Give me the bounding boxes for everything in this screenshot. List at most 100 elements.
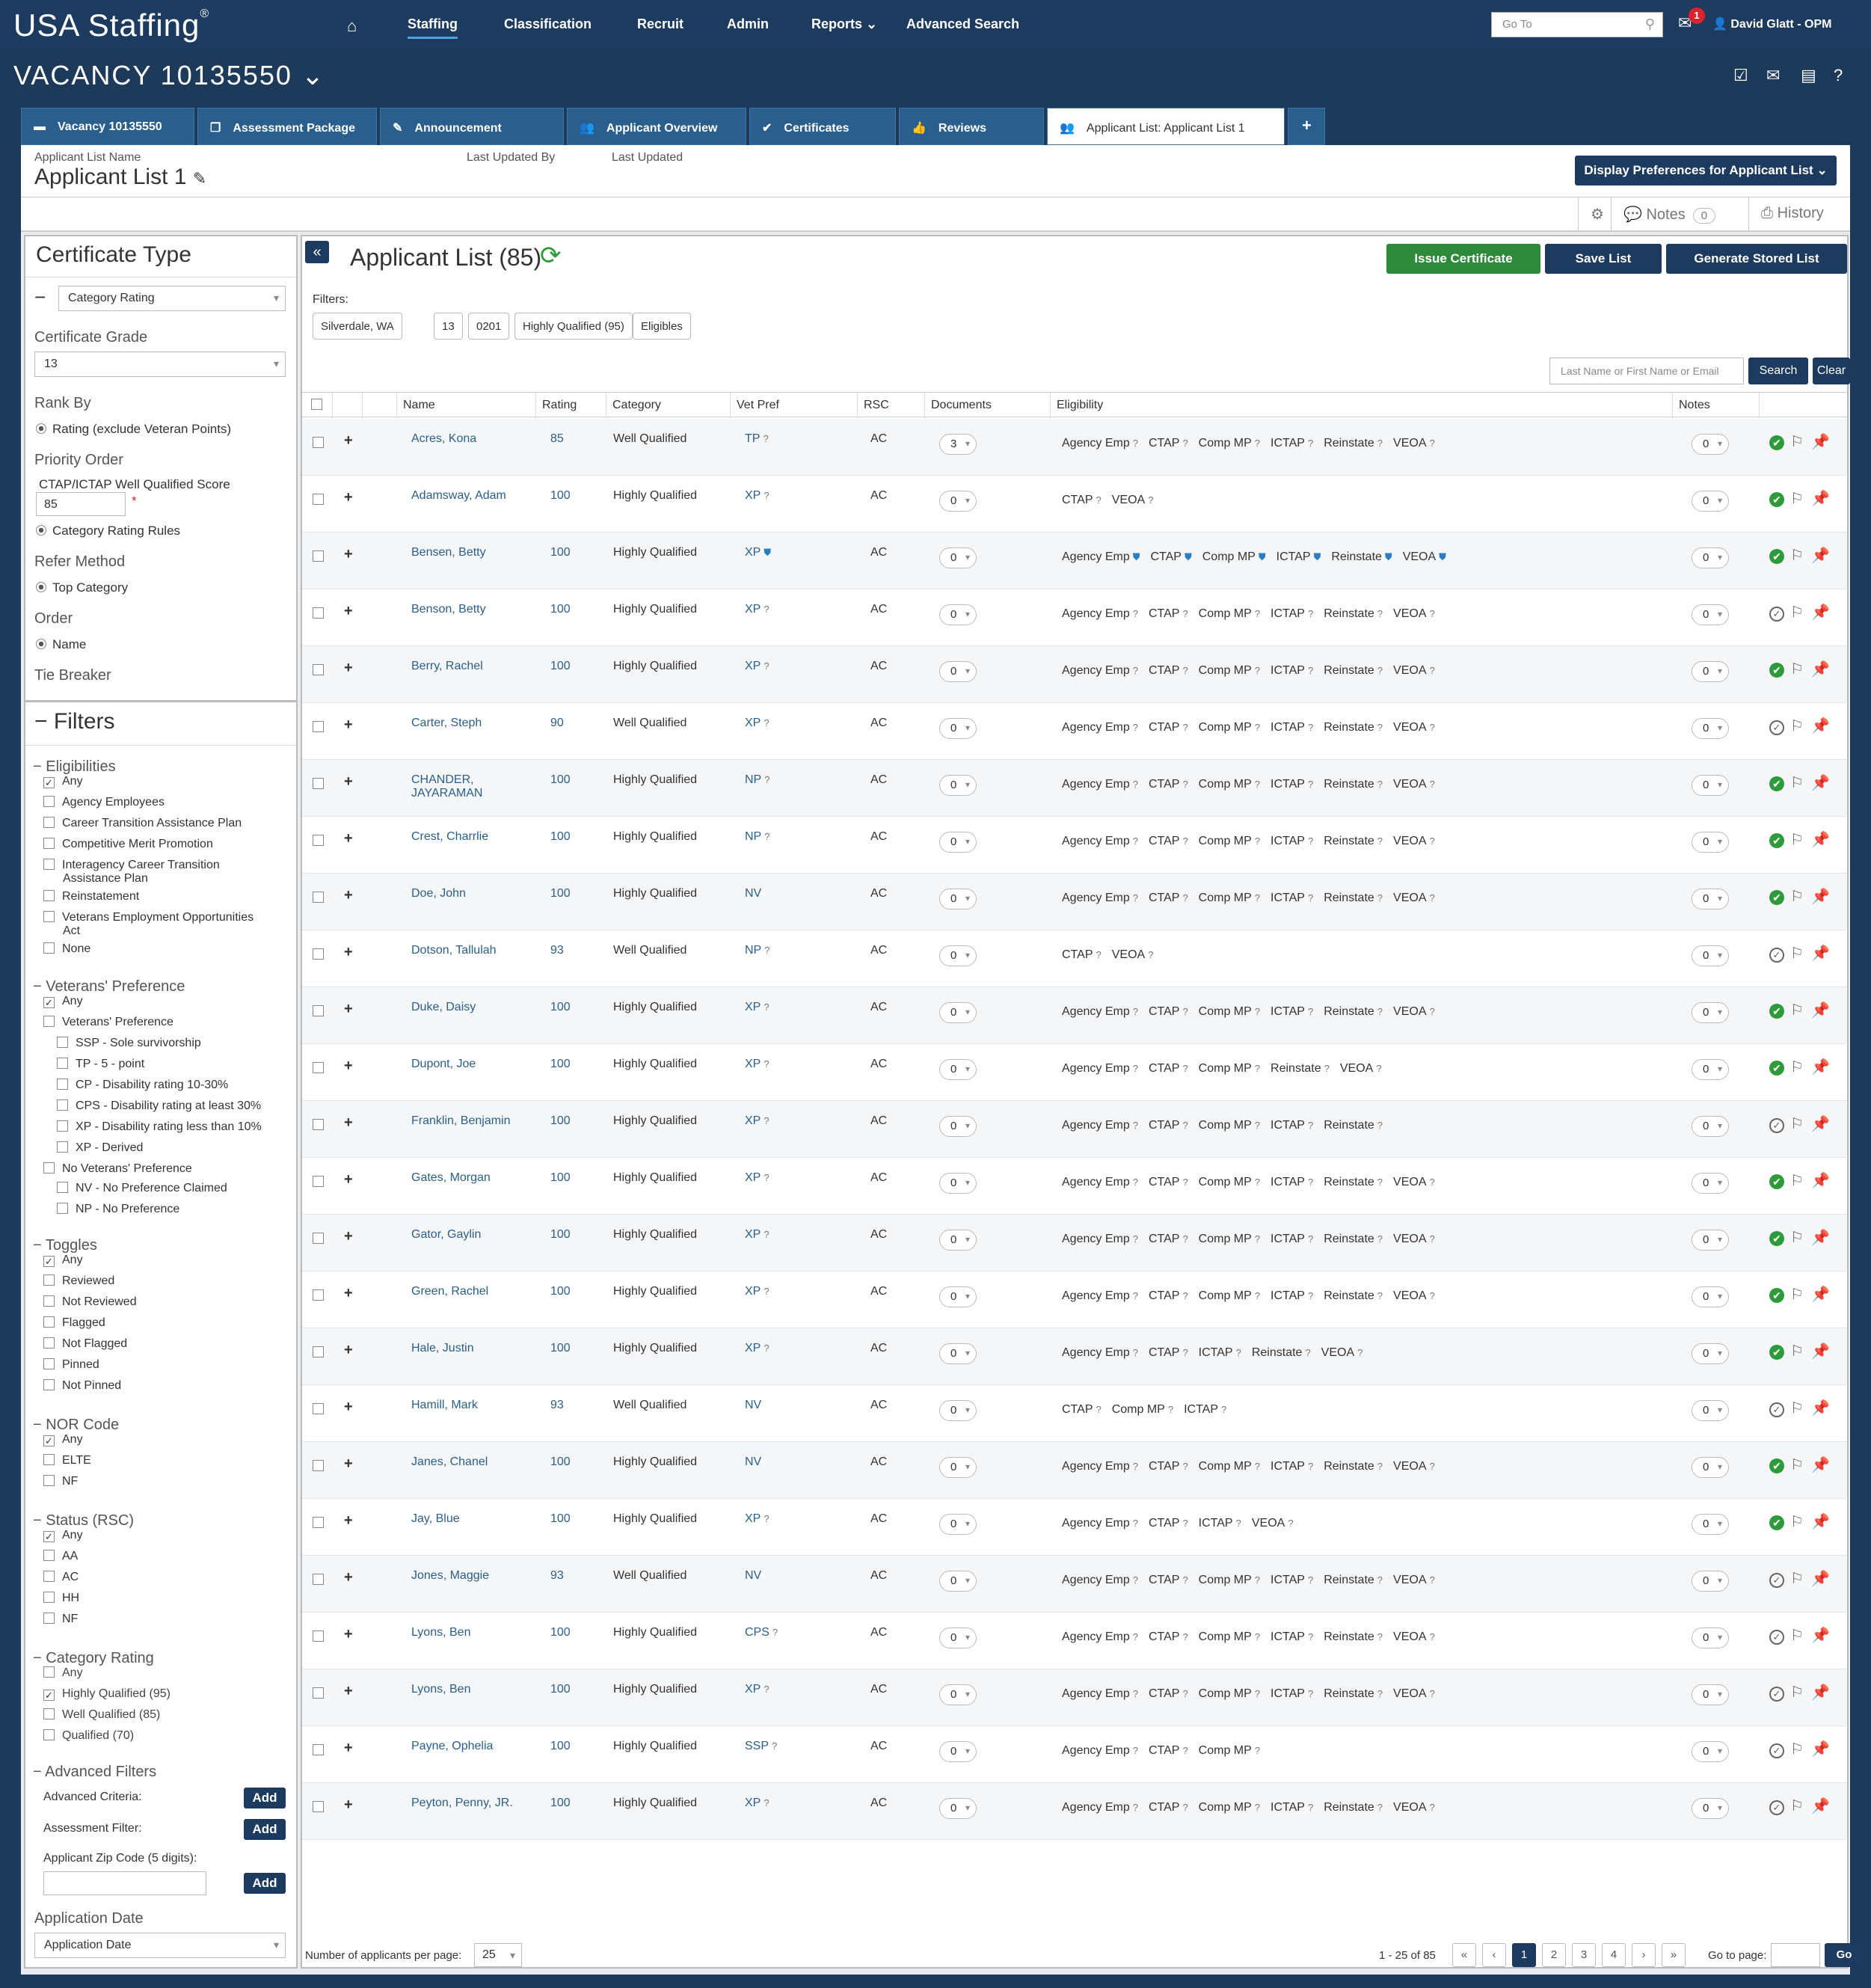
pin-icon[interactable]: 📌 <box>1811 434 1830 450</box>
applicant-name-link[interactable]: Green, Rachel <box>411 1285 531 1298</box>
help-icon[interactable]: ? <box>1168 1404 1173 1415</box>
flag-icon[interactable]: ⚐ <box>1790 1230 1804 1246</box>
reviewed-check-icon[interactable]: ✔ <box>1769 1515 1784 1530</box>
help-icon[interactable]: ? <box>1182 1802 1188 1813</box>
help-icon[interactable]: ? <box>1430 1006 1435 1017</box>
help-icon[interactable]: ? <box>1308 1631 1313 1642</box>
tab-assessment-package[interactable]: ❐ Assessment Package <box>197 108 377 145</box>
page-4-button[interactable]: 4 <box>1602 1943 1626 1967</box>
checkbox[interactable] <box>57 1058 68 1069</box>
vet-pref-value[interactable]: XP <box>745 717 761 729</box>
flag-icon[interactable]: ⚐ <box>1790 1286 1804 1303</box>
rating-link[interactable]: 100 <box>550 1512 571 1526</box>
help-icon[interactable]: ? <box>1377 1574 1383 1586</box>
pin-icon[interactable]: 📌 <box>1811 661 1830 678</box>
row-checkbox[interactable] <box>313 550 324 562</box>
notes-dropdown[interactable]: 0 <box>1692 547 1729 568</box>
rating-link[interactable]: 100 <box>550 1001 571 1014</box>
pin-icon[interactable]: 📌 <box>1811 1400 1830 1417</box>
not-reviewed-check-icon[interactable]: ✓ <box>1769 1402 1784 1417</box>
help-icon[interactable]: ? <box>1308 438 1313 449</box>
notes-dropdown[interactable]: 0 <box>1692 491 1729 512</box>
row-checkbox[interactable] <box>313 778 324 789</box>
checkbox[interactable] <box>43 1274 55 1286</box>
expand-row-icon[interactable]: + <box>344 887 353 904</box>
not-reviewed-check-icon[interactable]: ✓ <box>1769 1687 1784 1702</box>
filter-option-status[interactable]: AC <box>43 1571 79 1584</box>
shield-icon[interactable]: ⛊ <box>1185 551 1192 563</box>
expand-row-icon[interactable]: + <box>344 489 353 506</box>
flag-icon[interactable]: ⚐ <box>1790 1059 1804 1076</box>
row-checkbox[interactable] <box>313 1801 324 1812</box>
notes-dropdown[interactable]: 0 <box>1692 1457 1729 1478</box>
help-icon[interactable]: ? <box>1324 1063 1330 1074</box>
checkbox[interactable]: ✓ <box>43 997 55 1008</box>
checkbox[interactable] <box>43 1550 55 1561</box>
help-icon[interactable]: ? <box>1430 1631 1435 1642</box>
rating-link[interactable]: 100 <box>550 1342 571 1355</box>
checkbox[interactable] <box>57 1037 68 1048</box>
help-icon[interactable]: ? <box>1377 608 1383 619</box>
help-icon[interactable]: ? <box>1308 835 1313 847</box>
flag-icon[interactable]: ⚐ <box>1790 661 1804 678</box>
help-icon[interactable]: ? <box>1133 1120 1138 1131</box>
help-icon[interactable]: ? <box>1377 1688 1383 1699</box>
flag-icon[interactable]: ⚐ <box>1790 1343 1804 1360</box>
help-icon[interactable]: ? <box>1133 779 1138 790</box>
filter-option-toggles[interactable]: ✓ Any <box>43 1254 83 1267</box>
help-icon[interactable]: ? <box>1430 1461 1435 1472</box>
vet-pref-value[interactable]: XP <box>745 489 761 502</box>
flag-icon[interactable]: ⚐ <box>1790 1116 1804 1132</box>
filter-option-vets[interactable]: CPS - Disability rating at least 30% <box>57 1099 261 1113</box>
expand-row-icon[interactable]: + <box>344 1001 353 1018</box>
checkbox[interactable]: ✓ <box>43 1435 55 1446</box>
filter-option-nor[interactable]: NF <box>43 1475 78 1488</box>
help-icon[interactable]: ? <box>1255 892 1260 904</box>
expand-row-icon[interactable]: + <box>344 1114 353 1132</box>
help-icon[interactable]: ? <box>1430 665 1435 676</box>
checkbox[interactable] <box>43 1016 55 1027</box>
usa-staffing-logo[interactable]: USA Staffing® <box>13 7 209 43</box>
help-icon[interactable]: ? <box>1308 779 1313 790</box>
help-icon[interactable]: ? <box>1133 892 1138 904</box>
add-criteria-button[interactable]: Add <box>244 1788 286 1808</box>
checkbox[interactable] <box>57 1079 68 1090</box>
applicant-name-link[interactable]: Jay, Blue <box>411 1512 531 1526</box>
certificate-type-select[interactable]: Category Rating <box>58 286 286 311</box>
notes-dropdown[interactable]: 0 <box>1692 718 1729 739</box>
checkbox[interactable] <box>43 1162 55 1174</box>
refer-method-radio[interactable]: Top Category <box>36 580 128 595</box>
nav-staffing[interactable]: Staffing <box>408 16 458 39</box>
help-icon[interactable]: ? <box>1182 1688 1188 1699</box>
shield-icon[interactable]: ⛊ <box>1259 551 1266 563</box>
reviewed-check-icon[interactable]: ✔ <box>1769 1061 1784 1076</box>
documents-dropdown[interactable]: 0 <box>939 1627 977 1648</box>
checkbox[interactable]: ✓ <box>43 1690 55 1701</box>
help-icon[interactable]: ? <box>1376 1063 1381 1074</box>
notes-dropdown[interactable]: 0 <box>1692 889 1729 909</box>
checkbox[interactable] <box>43 1295 55 1307</box>
documents-dropdown[interactable]: 0 <box>939 889 977 909</box>
pin-icon[interactable]: 📌 <box>1811 491 1830 507</box>
filter-option-vets[interactable]: No Veterans' Preference <box>43 1162 192 1176</box>
vet-pref-value[interactable]: XP <box>745 1001 761 1013</box>
pin-icon[interactable]: 📌 <box>1811 775 1830 791</box>
help-icon[interactable]: ? <box>1182 1631 1188 1642</box>
help-icon[interactable]: ? <box>1148 494 1153 506</box>
notes-dropdown[interactable]: 0 <box>1692 775 1729 796</box>
filter-option-category[interactable]: ✓ Highly Qualified (95) <box>43 1687 170 1701</box>
notes-dropdown[interactable]: 0 <box>1692 1343 1729 1364</box>
help-icon[interactable]: ? <box>1430 722 1435 733</box>
go-button[interactable]: Go <box>1825 1943 1864 1967</box>
filter-option-nor[interactable]: ELTE <box>43 1454 91 1467</box>
page-2-button[interactable]: 2 <box>1542 1943 1566 1967</box>
row-checkbox[interactable] <box>313 1460 324 1471</box>
col-category[interactable]: Category <box>606 393 730 418</box>
vet-pref-value[interactable]: XP <box>745 660 761 672</box>
help-icon[interactable]: ? <box>1236 1518 1241 1529</box>
goto-page-input[interactable] <box>1771 1943 1820 1967</box>
reviewed-check-icon[interactable]: ✔ <box>1769 1004 1784 1019</box>
checkbox[interactable]: ✓ <box>43 1256 55 1267</box>
expand-row-icon[interactable]: + <box>344 830 353 847</box>
applicant-name-link[interactable]: Acres, Kona <box>411 432 531 446</box>
